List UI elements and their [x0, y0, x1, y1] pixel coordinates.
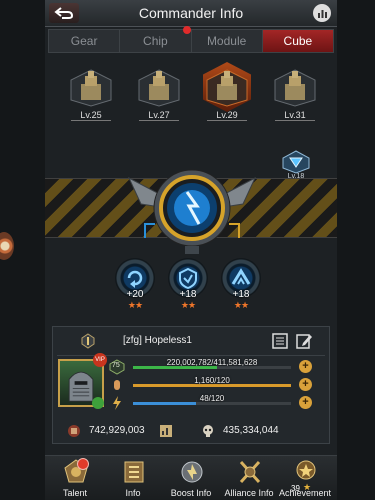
shield-skill-icon — [179, 267, 197, 290]
commander-info-screen: Commander Info Gear Chip Module Cube Lv.… — [0, 0, 375, 500]
commander-card: [zfg] Hopeless1 VIP 75 220,002,782/411,5… — [52, 326, 330, 444]
side-event-icon[interactable] — [0, 232, 14, 260]
stats-sheet-icon[interactable] — [159, 424, 173, 438]
cube-selector: Lv.25 Lv.27 Lv.29 Lv.31 — [45, 60, 337, 130]
vip-badge: VIP — [93, 353, 107, 367]
nav-talent[interactable]: Talent — [47, 456, 103, 500]
fortress-emblem-icon — [274, 69, 316, 107]
edit-pencil-icon[interactable] — [295, 332, 313, 350]
level-value: 75 — [112, 362, 120, 369]
page-title: Commander Info — [138, 5, 244, 21]
skill-stars: ★★ — [127, 300, 143, 310]
level-underline — [275, 120, 315, 121]
bullet-text: 1,160/120 — [194, 376, 230, 385]
skill-slot-3[interactable]: +18 ★★ — [221, 258, 261, 314]
add-experience-button[interactable]: + — [299, 360, 312, 373]
nav-label: Info — [125, 488, 141, 498]
triangle-badge-icon — [282, 150, 310, 174]
tab-label: Chip — [143, 34, 168, 48]
tab-module[interactable]: Module — [192, 30, 263, 52]
status-check-icon — [92, 397, 104, 409]
rank-emblem-icon[interactable] — [80, 333, 96, 349]
core-level-badge[interactable]: Lv.18 — [281, 150, 311, 184]
level-underline — [207, 120, 247, 121]
power-value: 742,929,003 — [89, 425, 145, 436]
book-icon[interactable] — [271, 332, 289, 350]
header-bar: Commander Info — [45, 0, 337, 27]
tab-gear[interactable]: Gear — [49, 30, 121, 52]
experience-row: 75 220,002,782/411,581,628 + — [109, 358, 329, 375]
notification-badge — [77, 458, 89, 470]
stamina-text: 48/120 — [199, 394, 225, 403]
info-icon — [124, 461, 144, 483]
skill-stars: ★★ — [233, 300, 249, 310]
kills-skull-icon — [203, 425, 213, 437]
commander-panel: Commander Info Gear Chip Module Cube Lv.… — [45, 0, 337, 500]
lightning-cube-core-icon[interactable] — [127, 158, 257, 258]
core-level: Lv.18 — [287, 173, 305, 180]
bullet-row: 1,160/120 + — [109, 376, 329, 393]
level-underline — [71, 120, 111, 121]
recycle-skill-icon — [127, 270, 143, 288]
cube-level: Lv.27 — [148, 110, 170, 120]
notification-dot — [182, 26, 191, 34]
skill-value: +18 — [179, 289, 197, 300]
cube-level: Lv.25 — [80, 110, 102, 120]
add-stamina-button[interactable]: + — [299, 396, 312, 409]
nav-label: Alliance Info — [224, 488, 274, 498]
experience-text: 220,002,782/411,581,628 — [166, 358, 258, 367]
bullet-icon — [114, 380, 120, 390]
skill-slot-2[interactable]: +18 ★★ — [168, 258, 208, 314]
nav-achievement[interactable]: 39 ★ Achievement — [277, 456, 333, 500]
bottom-navigation: Talent Info Boost Info Alliance Info 39 … — [45, 455, 337, 500]
skill-slot-1[interactable]: +20 ★★ — [115, 258, 155, 314]
cube-level: Lv.31 — [284, 110, 306, 120]
cube-slot-2[interactable]: Lv.27 — [131, 60, 187, 122]
skill-stars: ★★ — [180, 300, 196, 310]
nav-boost-info[interactable]: Boost Info — [163, 456, 219, 500]
power-fist-icon — [68, 425, 80, 437]
tab-bar: Gear Chip Module Cube — [48, 26, 334, 53]
stamina-row: 48/120 + — [109, 394, 329, 411]
cube-slot-1[interactable]: Lv.25 — [63, 60, 119, 122]
player-name: [zfg] Hopeless1 — [123, 335, 192, 346]
level-underline — [139, 120, 179, 121]
boost-icon — [181, 461, 203, 483]
nav-label: Achievement — [278, 488, 332, 498]
nav-alliance-info[interactable]: Alliance Info — [221, 456, 277, 500]
nav-label: Boost Info — [170, 488, 212, 498]
skill-value: +20 — [126, 289, 144, 300]
tab-label: Gear — [70, 34, 98, 48]
kills-value: 435,334,044 — [223, 425, 279, 436]
fortress-emblem-icon — [70, 69, 112, 107]
power-kills-row: 742,929,003 435,334,044 — [53, 423, 329, 441]
cube-level: Lv.29 — [216, 110, 238, 120]
tab-chip[interactable]: Chip — [120, 26, 192, 52]
stats-menu-button[interactable] — [313, 4, 331, 22]
cube-slot-4[interactable]: Lv.31 — [267, 60, 323, 122]
skill-value: +18 — [232, 289, 250, 300]
right-margin — [337, 0, 375, 500]
chevron-skill-icon — [231, 268, 251, 285]
fortress-emblem-icon — [206, 69, 248, 107]
tab-label: Module — [206, 34, 247, 48]
tab-cube[interactable]: Cube — [262, 30, 333, 52]
tab-label: Cube — [283, 34, 313, 48]
nav-info[interactable]: Info — [105, 456, 161, 500]
fortress-emblem-icon — [138, 69, 180, 107]
cube-slot-3[interactable]: Lv.29 — [199, 60, 255, 122]
left-margin — [0, 0, 45, 500]
nav-label: Talent — [62, 488, 88, 498]
add-bullet-button[interactable]: + — [299, 378, 312, 391]
stamina-icon — [113, 396, 121, 410]
alliance-icon — [239, 460, 261, 484]
bar-chart-icon — [317, 9, 327, 18]
